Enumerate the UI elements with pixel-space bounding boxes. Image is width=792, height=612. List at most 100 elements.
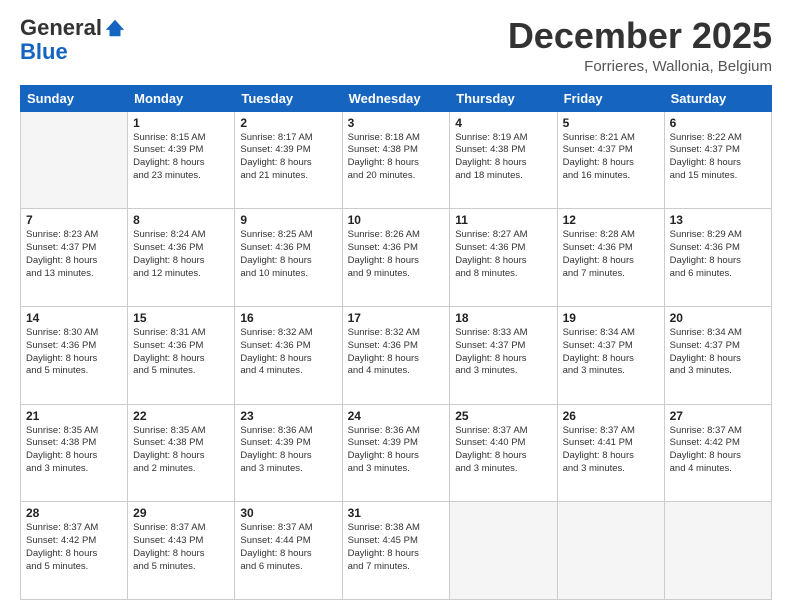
calendar-cell-2-4: 10 Sunrise: 8:26 AMSunset: 4:36 PMDayligh… — [342, 209, 450, 307]
day-number: 4 — [455, 116, 551, 130]
day-number: 27 — [670, 409, 766, 423]
month-title: December 2025 — [508, 16, 772, 56]
day-number: 17 — [348, 311, 445, 325]
day-info: Sunrise: 8:17 AMSunset: 4:39 PMDaylight:… — [240, 132, 336, 183]
day-number: 28 — [26, 506, 122, 520]
day-number: 1 — [133, 116, 229, 130]
day-info: Sunrise: 8:27 AMSunset: 4:36 PMDaylight:… — [455, 229, 551, 280]
day-number: 12 — [563, 213, 659, 227]
calendar-header-monday: Monday — [128, 85, 235, 111]
calendar-cell-3-7: 20 Sunrise: 8:34 AMSunset: 4:37 PMDayligh… — [664, 306, 771, 404]
calendar-header-wednesday: Wednesday — [342, 85, 450, 111]
day-number: 3 — [348, 116, 445, 130]
day-number: 13 — [670, 213, 766, 227]
header: General Blue December 2025 Forrieres, Wa… — [20, 16, 772, 75]
calendar-cell-5-2: 29Sunrise: 8:37 AMSunset: 4:43 PMDayligh… — [128, 502, 235, 600]
calendar-week-4: 21Sunrise: 8:35 AMSunset: 4:38 PMDayligh… — [21, 404, 772, 502]
calendar-cell-1-2: 1 Sunrise: 8:15 AMSunset: 4:39 PMDaylight… — [128, 111, 235, 209]
calendar-header-saturday: Saturday — [664, 85, 771, 111]
calendar-week-1: 1 Sunrise: 8:15 AMSunset: 4:39 PMDaylight… — [21, 111, 772, 209]
day-number: 2 — [240, 116, 336, 130]
day-info: Sunrise: 8:34 AMSunset: 4:37 PMDaylight:… — [563, 327, 659, 378]
calendar-week-2: 7 Sunrise: 8:23 AMSunset: 4:37 PMDaylight… — [21, 209, 772, 307]
day-number: 22 — [133, 409, 229, 423]
day-info: Sunrise: 8:30 AMSunset: 4:36 PMDaylight:… — [26, 327, 122, 378]
day-number: 9 — [240, 213, 336, 227]
day-number: 31 — [348, 506, 445, 520]
calendar-cell-5-3: 30 Sunrise: 8:37 AMSunset: 4:44 PMDayligh… — [235, 502, 342, 600]
calendar-cell-5-7 — [664, 502, 771, 600]
calendar-cell-1-7: 6Sunrise: 8:22 AMSunset: 4:37 PMDaylight… — [664, 111, 771, 209]
calendar-cell-1-4: 3 Sunrise: 8:18 AMSunset: 4:38 PMDaylight… — [342, 111, 450, 209]
calendar-cell-2-6: 12 Sunrise: 8:28 AMSunset: 4:36 PMDayligh… — [557, 209, 664, 307]
day-info: Sunrise: 8:26 AMSunset: 4:36 PMDaylight:… — [348, 229, 445, 280]
calendar-cell-4-6: 26 Sunrise: 8:37 AMSunset: 4:41 PMDayligh… — [557, 404, 664, 502]
calendar-cell-2-5: 11 Sunrise: 8:27 AMSunset: 4:36 PMDayligh… — [450, 209, 557, 307]
day-info: Sunrise: 8:38 AMSunset: 4:45 PMDaylight:… — [348, 522, 445, 573]
calendar-cell-1-6: 5Sunrise: 8:21 AMSunset: 4:37 PMDaylight… — [557, 111, 664, 209]
day-number: 14 — [26, 311, 122, 325]
day-info: Sunrise: 8:28 AMSunset: 4:36 PMDaylight:… — [563, 229, 659, 280]
calendar-cell-4-5: 25Sunrise: 8:37 AMSunset: 4:40 PMDayligh… — [450, 404, 557, 502]
day-info: Sunrise: 8:25 AMSunset: 4:36 PMDaylight:… — [240, 229, 336, 280]
day-number: 23 — [240, 409, 336, 423]
day-number: 7 — [26, 213, 122, 227]
day-number: 30 — [240, 506, 336, 520]
location-title: Forrieres, Wallonia, Belgium — [508, 58, 772, 75]
day-number: 26 — [563, 409, 659, 423]
calendar-cell-4-4: 24 Sunrise: 8:36 AMSunset: 4:39 PMDayligh… — [342, 404, 450, 502]
day-info: Sunrise: 8:35 AMSunset: 4:38 PMDaylight:… — [133, 425, 229, 476]
day-info: Sunrise: 8:37 AMSunset: 4:44 PMDaylight:… — [240, 522, 336, 573]
logo: General Blue — [20, 16, 126, 64]
calendar-cell-2-3: 9 Sunrise: 8:25 AMSunset: 4:36 PMDaylight… — [235, 209, 342, 307]
day-info: Sunrise: 8:32 AMSunset: 4:36 PMDaylight:… — [348, 327, 445, 378]
calendar-cell-2-7: 13Sunrise: 8:29 AMSunset: 4:36 PMDayligh… — [664, 209, 771, 307]
day-info: Sunrise: 8:22 AMSunset: 4:37 PMDaylight:… — [670, 132, 766, 183]
calendar-cell-1-1 — [21, 111, 128, 209]
calendar-cell-5-1: 28 Sunrise: 8:37 AMSunset: 4:42 PMDayligh… — [21, 502, 128, 600]
calendar-header-tuesday: Tuesday — [235, 85, 342, 111]
calendar-cell-4-2: 22 Sunrise: 8:35 AMSunset: 4:38 PMDayligh… — [128, 404, 235, 502]
calendar-cell-5-4: 31 Sunrise: 8:38 AMSunset: 4:45 PMDayligh… — [342, 502, 450, 600]
calendar-header-thursday: Thursday — [450, 85, 557, 111]
day-info: Sunrise: 8:18 AMSunset: 4:38 PMDaylight:… — [348, 132, 445, 183]
day-info: Sunrise: 8:37 AMSunset: 4:42 PMDaylight:… — [26, 522, 122, 573]
day-number: 24 — [348, 409, 445, 423]
calendar-header-friday: Friday — [557, 85, 664, 111]
calendar-cell-4-1: 21Sunrise: 8:35 AMSunset: 4:38 PMDayligh… — [21, 404, 128, 502]
day-number: 29 — [133, 506, 229, 520]
day-info: Sunrise: 8:19 AMSunset: 4:38 PMDaylight:… — [455, 132, 551, 183]
day-info: Sunrise: 8:37 AMSunset: 4:42 PMDaylight:… — [670, 425, 766, 476]
day-info: Sunrise: 8:31 AMSunset: 4:36 PMDaylight:… — [133, 327, 229, 378]
day-number: 20 — [670, 311, 766, 325]
calendar-cell-5-6 — [557, 502, 664, 600]
logo-blue-text: Blue — [20, 40, 126, 64]
calendar-cell-1-5: 4 Sunrise: 8:19 AMSunset: 4:38 PMDaylight… — [450, 111, 557, 209]
day-info: Sunrise: 8:15 AMSunset: 4:39 PMDaylight:… — [133, 132, 229, 183]
calendar-cell-3-3: 16Sunrise: 8:32 AMSunset: 4:36 PMDayligh… — [235, 306, 342, 404]
calendar-cell-2-2: 8 Sunrise: 8:24 AMSunset: 4:36 PMDaylight… — [128, 209, 235, 307]
day-number: 5 — [563, 116, 659, 130]
calendar-cell-3-1: 14 Sunrise: 8:30 AMSunset: 4:36 PMDayligh… — [21, 306, 128, 404]
day-number: 16 — [240, 311, 336, 325]
day-info: Sunrise: 8:33 AMSunset: 4:37 PMDaylight:… — [455, 327, 551, 378]
day-info: Sunrise: 8:23 AMSunset: 4:37 PMDaylight:… — [26, 229, 122, 280]
day-info: Sunrise: 8:37 AMSunset: 4:40 PMDaylight:… — [455, 425, 551, 476]
logo-icon — [104, 17, 126, 39]
day-number: 10 — [348, 213, 445, 227]
page: General Blue December 2025 Forrieres, Wa… — [0, 0, 792, 612]
calendar-cell-4-3: 23Sunrise: 8:36 AMSunset: 4:39 PMDayligh… — [235, 404, 342, 502]
calendar-header-sunday: Sunday — [21, 85, 128, 111]
calendar-week-5: 28 Sunrise: 8:37 AMSunset: 4:42 PMDayligh… — [21, 502, 772, 600]
day-info: Sunrise: 8:34 AMSunset: 4:37 PMDaylight:… — [670, 327, 766, 378]
calendar-cell-5-5 — [450, 502, 557, 600]
day-info: Sunrise: 8:37 AMSunset: 4:41 PMDaylight:… — [563, 425, 659, 476]
day-info: Sunrise: 8:35 AMSunset: 4:38 PMDaylight:… — [26, 425, 122, 476]
calendar-cell-3-2: 15Sunrise: 8:31 AMSunset: 4:36 PMDayligh… — [128, 306, 235, 404]
day-info: Sunrise: 8:24 AMSunset: 4:36 PMDaylight:… — [133, 229, 229, 280]
day-number: 11 — [455, 213, 551, 227]
calendar-cell-4-7: 27 Sunrise: 8:37 AMSunset: 4:42 PMDayligh… — [664, 404, 771, 502]
day-info: Sunrise: 8:36 AMSunset: 4:39 PMDaylight:… — [348, 425, 445, 476]
day-number: 8 — [133, 213, 229, 227]
calendar-cell-3-5: 18Sunrise: 8:33 AMSunset: 4:37 PMDayligh… — [450, 306, 557, 404]
